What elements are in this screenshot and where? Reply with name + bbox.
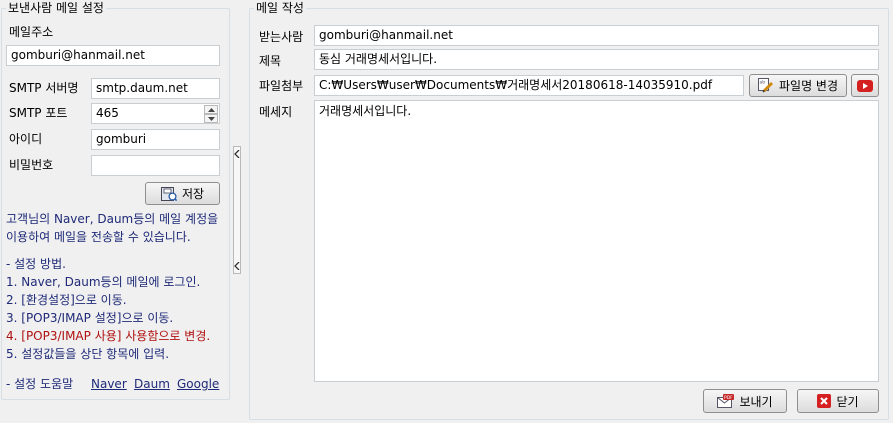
message-label: 메세지 — [259, 105, 293, 119]
step-2: 2. [환경설정]으로 이동. — [6, 293, 127, 307]
smtp-server-label: SMTP 서버명 — [9, 81, 79, 95]
step-1: 1. Naver, Daum등의 메일에 로그인. — [6, 275, 201, 289]
chevron-left-icon — [234, 262, 240, 270]
close-icon — [817, 394, 832, 408]
email-label: 메일주소 — [9, 25, 54, 39]
subject-field[interactable]: 동심 거래명세서입니다. — [314, 49, 879, 70]
id-field[interactable]: gomburi — [91, 129, 220, 150]
help-label: - 설정 도움말 — [6, 377, 74, 391]
attach-label: 파일첨부 — [259, 79, 304, 93]
password-label: 비밀번호 — [9, 158, 54, 172]
steps-title: - 설정 방법. — [6, 257, 66, 271]
save-button-label: 저장 — [181, 187, 205, 201]
email-field[interactable]: gomburi@hanmail.net — [6, 45, 220, 66]
close-button[interactable]: 닫기 — [797, 389, 879, 413]
close-button-label: 닫기 — [836, 394, 859, 409]
play-button[interactable] — [851, 74, 879, 97]
step-5: 5. 설정값들을 상단 항목에 입력. — [6, 347, 170, 361]
info-line-2: 이용하여 메일을 전송할 수 있습니다. — [6, 230, 191, 244]
help-link-google[interactable]: Google — [177, 376, 219, 392]
port-decrement-button[interactable] — [204, 114, 218, 123]
rename-file-button-label: 파일명 변경 — [778, 79, 838, 93]
sender-settings-legend: 보낸사람 메일 설정 — [6, 1, 106, 15]
svg-text:PDF: PDF — [724, 395, 733, 401]
smtp-port-value: 465 — [96, 106, 119, 120]
smtp-server-field[interactable]: smtp.daum.net — [91, 78, 220, 99]
arrow-up-icon — [207, 107, 215, 112]
rename-file-button[interactable]: ab 파일명 변경 — [749, 74, 847, 97]
to-field[interactable]: gomburi@hanmail.net — [314, 25, 879, 46]
message-text: 거래명세서입니다. — [319, 104, 412, 118]
help-link-naver[interactable]: Naver — [91, 376, 127, 392]
send-button[interactable]: PDF 보내기 — [703, 389, 787, 413]
message-textarea[interactable]: 거래명세서입니다. — [314, 100, 879, 382]
play-icon — [857, 79, 873, 92]
attachment-path-field[interactable]: C:₩Users₩user₩Documents₩거래명세서20180618-14… — [314, 75, 744, 96]
step-4: 4. [POP3/IMAP 사용] 사용함으로 변경. — [6, 329, 211, 343]
step-3: 3. [POP3/IMAP 설정]으로 이동. — [6, 311, 174, 325]
smtp-port-label: SMTP 포트 — [9, 106, 68, 120]
port-increment-button[interactable] — [204, 105, 218, 114]
smtp-port-stepper[interactable]: 465 — [91, 103, 220, 124]
svg-text:ab: ab — [759, 80, 765, 86]
to-label: 받는사람 — [259, 30, 304, 44]
info-line-1: 고객님의 Naver, Daum등의 메일 계정을 — [6, 212, 219, 226]
subject-label: 제목 — [259, 54, 282, 68]
panel-collapse-handle[interactable] — [233, 146, 241, 274]
help-link-daum[interactable]: Daum — [134, 376, 170, 392]
send-button-label: 보내기 — [739, 394, 773, 409]
save-button[interactable]: 저장 — [145, 182, 220, 205]
save-icon — [160, 186, 177, 201]
send-mail-icon: PDF — [717, 394, 735, 408]
password-field[interactable] — [91, 155, 220, 176]
compose-legend: 메일 작성 — [254, 1, 306, 15]
chevron-left-icon — [234, 150, 240, 158]
id-label: 아이디 — [9, 132, 43, 146]
arrow-down-icon — [207, 116, 215, 121]
edit-file-icon: ab — [757, 78, 774, 93]
